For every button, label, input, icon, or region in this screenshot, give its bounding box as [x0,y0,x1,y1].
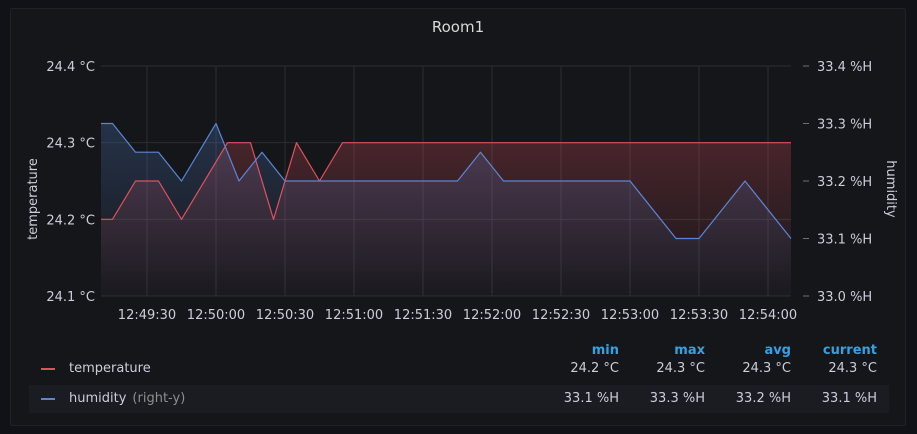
x-tick-label: 12:53:30 [670,308,728,323]
x-tick-label: 12:51:30 [394,308,452,323]
y-right-tick-label: 33.4 %H [817,60,872,75]
legend-max: 24.3 °C [656,361,705,376]
y-right-tick-label: 33.3 %H [817,118,872,133]
legend-row-humidity[interactable]: humidity (right-y) 33.1 %H 33.3 %H 33.2 %… [29,385,889,413]
legend-swatch-temperature[interactable] [41,368,55,370]
legend-avg: 24.3 °C [742,361,791,376]
legend-min: 33.1 %H [563,391,619,406]
chart-svg: 24.1 °C 24.2 °C 24.3 °C 24.4 °C 33.0 %H 33.1 … [26,60,898,323]
y-right-tick-label: 33.0 %H [817,290,872,305]
x-tick-label: 12:52:00 [463,308,521,323]
y-left-tick-label: 24.4 °C [46,60,95,75]
legend-row-temperature[interactable]: temperature 24.2 °C 24.3 °C 24.3 °C 24.3… [29,355,889,383]
legend-avg: 33.2 %H [735,391,791,406]
x-tick-label: 12:54:00 [739,308,797,323]
x-tick-label: 12:52:30 [532,308,590,323]
legend-current: 24.3 °C [828,361,877,376]
legend-series-name[interactable]: humidity (right-y) [69,391,185,406]
series-areas [101,123,791,296]
legend-min: 24.2 °C [570,361,619,376]
y-left-tick-label: 24.1 °C [46,290,95,305]
x-tick-label: 12:51:00 [325,308,383,323]
y-left-axis-title: temperature [26,158,41,240]
y-left-tick-label: 24.3 °C [46,137,95,152]
y-right-axis-title: humidity [883,160,898,218]
x-tick-label: 12:49:30 [118,308,176,323]
graph-panel: Room1 24.1 °C 24.2 °C 24.3 °C 24.4 °C 33.0 %… [10,8,906,426]
y-left-tick-label: 24.2 °C [46,213,95,228]
x-tick-label: 12:53:00 [601,308,659,323]
legend-max: 33.3 %H [649,391,705,406]
legend-current: 33.1 %H [821,391,877,406]
x-tick-label: 12:50:30 [256,308,314,323]
y-right-tick-label: 33.2 %H [817,175,872,190]
legend-series-name[interactable]: temperature [69,361,151,376]
y-right-tick-label: 33.1 %H [817,233,872,248]
x-tick-label: 12:50:00 [187,308,245,323]
legend-swatch-humidity[interactable] [41,398,55,400]
